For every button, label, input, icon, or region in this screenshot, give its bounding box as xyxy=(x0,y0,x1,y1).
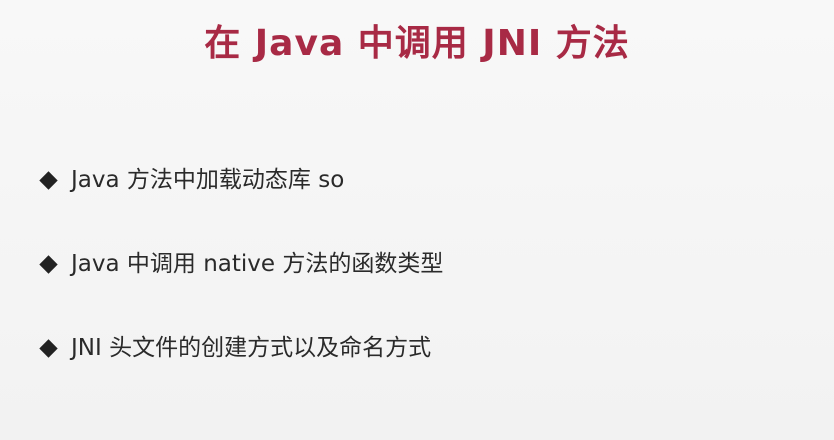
diamond-bullet-icon xyxy=(39,338,58,358)
bullet-list: Java 方法中加载动态库 so Java 中调用 native 方法的函数类型… xyxy=(38,160,443,412)
bullet-item: Java 中调用 native 方法的函数类型 xyxy=(38,244,443,284)
bullet-item: JNI 头文件的创建方式以及命名方式 xyxy=(38,328,443,368)
bullet-item: Java 方法中加载动态库 so xyxy=(38,160,443,200)
diamond-bullet-icon xyxy=(39,254,58,274)
bullet-text: Java 中调用 native 方法的函数类型 xyxy=(71,251,444,277)
bullet-text: JNI 头文件的创建方式以及命名方式 xyxy=(71,335,432,361)
diamond-bullet-icon xyxy=(39,170,58,190)
presentation-slide: 在 Java 中调用 JNI 方法 Java 方法中加载动态库 so Java … xyxy=(0,0,834,440)
slide-title: 在 Java 中调用 JNI 方法 xyxy=(204,23,630,64)
bullet-text: Java 方法中加载动态库 so xyxy=(71,167,345,193)
